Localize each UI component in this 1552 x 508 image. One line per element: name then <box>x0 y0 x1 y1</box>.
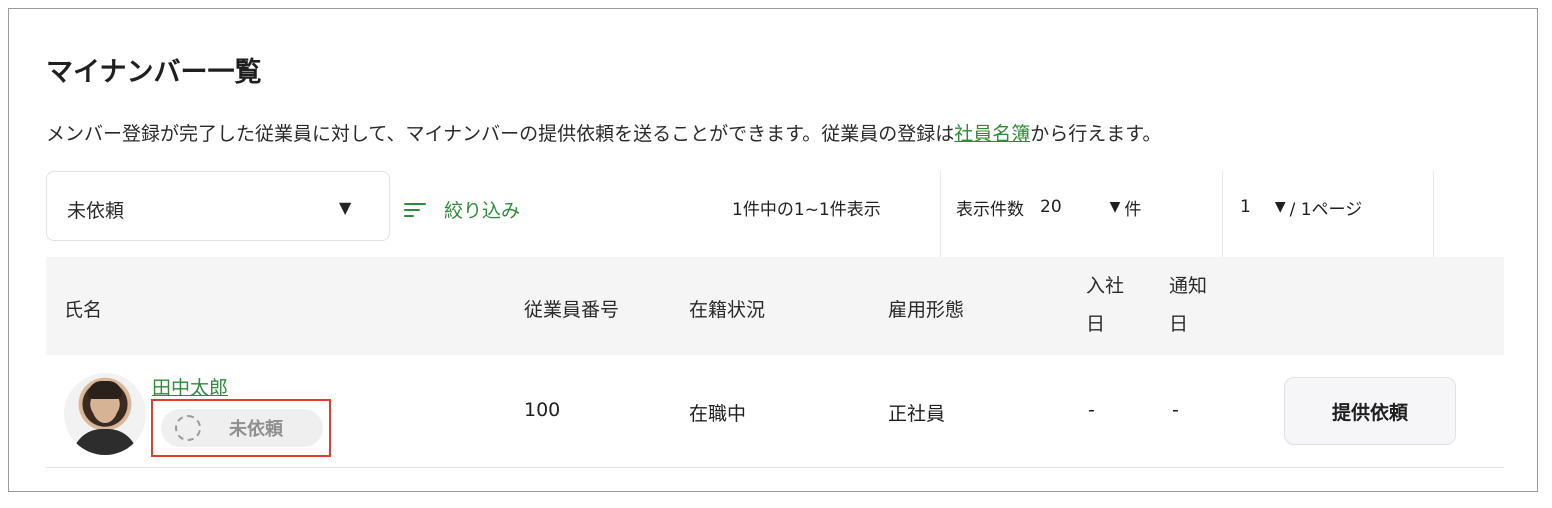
pending-icon <box>175 415 201 441</box>
employee-directory-link[interactable]: 社員名簿 <box>954 123 1030 145</box>
chevron-down-icon: ▼ <box>339 198 352 217</box>
toolbar-divider <box>1222 171 1223 257</box>
employee-name-link[interactable]: 田中太郎 <box>152 373 228 400</box>
per-page-label: 表示件数 <box>956 199 1024 220</box>
description-text-before: メンバー登録が完了した従業員に対して、マイナンバーの提供依頼を送ることができます… <box>46 123 955 145</box>
chevron-down-icon: ▼ <box>1274 199 1286 215</box>
table-header: 氏名 従業員番号 在籍状況 雇用形態 入社日 通知日 <box>46 257 1504 355</box>
cell-notify-date: - <box>1172 399 1179 421</box>
per-page-control: 表示件数 20 ▼ 件 <box>956 171 1141 243</box>
cell-employment-type: 正社員 <box>888 403 946 425</box>
filter-icon <box>404 200 430 220</box>
status-filter-value: 未依頼 <box>67 200 125 222</box>
result-count: 1件中の1~1件表示 <box>732 199 881 220</box>
toolbar-divider <box>940 171 941 257</box>
list-toolbar: 未依頼 ▼ 絞り込み 1件中の1~1件表示 表示件数 20 ▼ 件 1 ▼ / … <box>46 171 1486 257</box>
filter-button[interactable]: 絞り込み <box>404 196 520 223</box>
header-employee-no: 従業員番号 <box>524 299 620 321</box>
header-employment-type: 雇用形態 <box>888 299 965 321</box>
header-name: 氏名 <box>64 299 103 321</box>
header-join-date: 入社日 <box>1086 275 1125 335</box>
per-page-value: 20 <box>1040 197 1062 217</box>
avatar <box>64 373 146 455</box>
filter-label: 絞り込み <box>444 200 521 222</box>
header-status: 在籍状況 <box>689 299 766 321</box>
cell-employee-no: 100 <box>524 399 561 421</box>
toolbar-divider <box>1433 171 1434 257</box>
highlight-box: 未依頼 <box>151 399 331 457</box>
per-page-select[interactable]: 20 ▼ <box>1040 197 1124 217</box>
page-description: メンバー登録が完了した従業員に対して、マイナンバーの提供依頼を送ることができます… <box>46 119 1161 146</box>
status-filter-select[interactable]: 未依頼 ▼ <box>46 171 390 241</box>
request-provision-button[interactable]: 提供依頼 <box>1284 377 1456 445</box>
page-title: マイナンバー一覧 <box>46 57 262 88</box>
description-text-after: から行えます。 <box>1030 123 1162 145</box>
table-row: 田中太郎 未依頼 100 在職中 正社員 - - 提供依頼 <box>46 355 1504 468</box>
page-total: / 1ページ <box>1289 199 1363 220</box>
per-page-unit: 件 <box>1124 199 1142 220</box>
chevron-down-icon: ▼ <box>1109 199 1121 215</box>
cell-status: 在職中 <box>689 403 747 425</box>
cell-join-date: - <box>1088 399 1095 421</box>
page-selector: 1 ▼ / 1ページ <box>1240 171 1362 243</box>
status-badge: 未依頼 <box>161 409 323 447</box>
status-badge-label: 未依頼 <box>229 419 283 440</box>
page-value: 1 <box>1240 197 1251 217</box>
header-notify-date: 通知日 <box>1169 275 1208 335</box>
page-select[interactable]: 1 ▼ <box>1240 197 1290 217</box>
